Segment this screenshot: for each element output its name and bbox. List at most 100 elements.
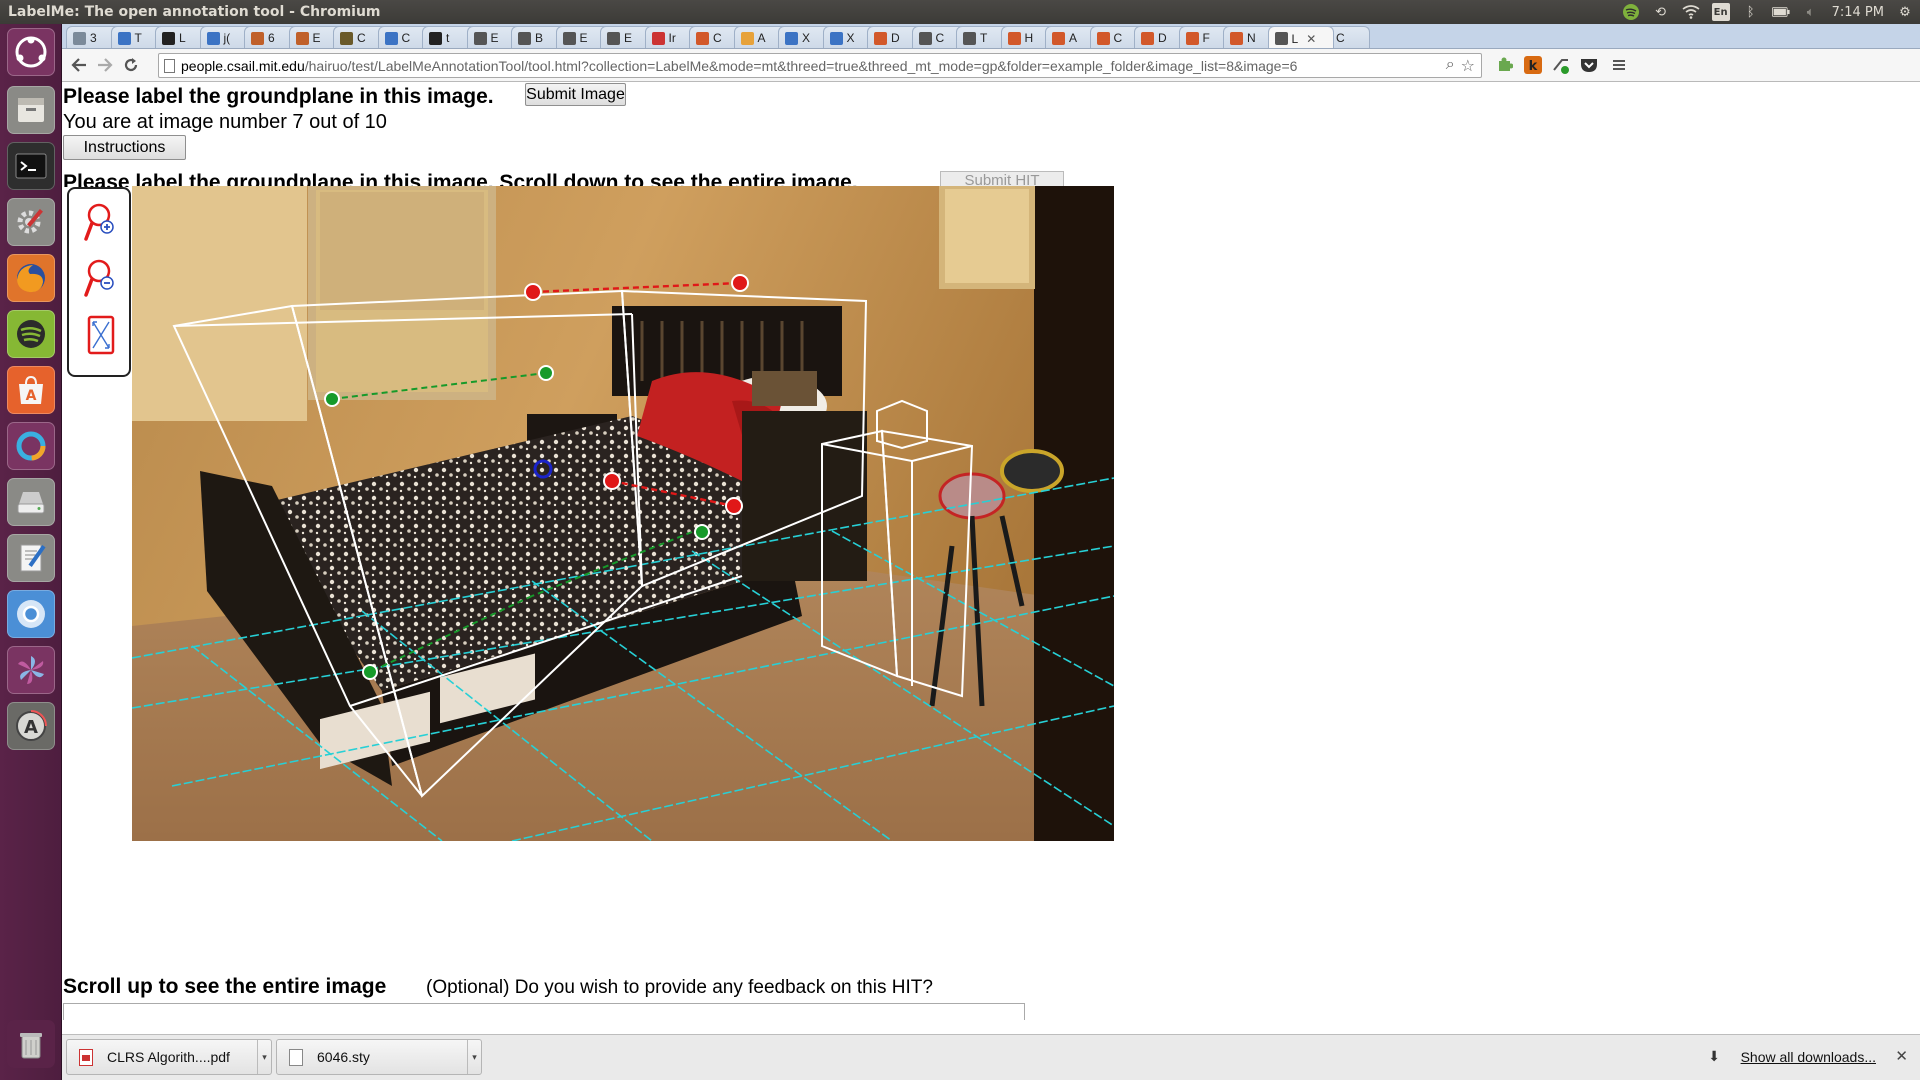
clock[interactable]: 7:14 PM (1832, 5, 1884, 20)
download-item-pdf[interactable]: CLRS Algorith....pdf ▾ (66, 1039, 272, 1075)
bookmark-star-icon[interactable]: ☆ (1461, 56, 1475, 76)
tab-label: 6 (268, 31, 275, 45)
tab-favicon-icon (829, 31, 843, 45)
tab-label: B (535, 31, 544, 45)
tab-favicon-icon (1096, 31, 1110, 45)
tab-label: C (401, 31, 411, 45)
text-editor-icon[interactable] (7, 534, 55, 582)
volume-icon[interactable]: 🔈︎ (1802, 3, 1820, 21)
submit-image-button[interactable]: Submit Image (525, 83, 626, 106)
handle-red (603, 472, 621, 490)
software-updater-icon[interactable]: A (7, 702, 55, 750)
download-menu-arrow[interactable]: ▾ (257, 1040, 271, 1074)
files-icon[interactable] (7, 86, 55, 134)
shotwell-icon[interactable] (7, 646, 55, 694)
firefox-icon[interactable] (7, 254, 55, 302)
tab-label: j( (223, 31, 231, 45)
battery-icon[interactable] (1771, 3, 1790, 21)
close-icon[interactable]: ✕ (1895, 1047, 1908, 1065)
browser-tab[interactable]: L ✕ (1267, 26, 1334, 48)
tab-favicon-icon (1052, 31, 1065, 45)
scene-image[interactable] (132, 186, 1114, 841)
ubuntu-dash-icon[interactable] (7, 28, 55, 76)
zoom-magnifier-icon[interactable]: ⌕ (1446, 56, 1455, 76)
download-filename: 6046.sty (317, 1049, 370, 1065)
chromium-icon[interactable] (7, 590, 55, 638)
feedback-textarea[interactable] (63, 1003, 1025, 1020)
address-bar[interactable]: people.csail.mit.edu/hairuo/test/LabelMe… (158, 53, 1482, 78)
download-menu-arrow[interactable]: ▾ (467, 1040, 481, 1074)
disk-icon[interactable] (7, 478, 55, 526)
k-extension-icon[interactable]: k (1522, 53, 1544, 77)
tab-label: E (624, 31, 633, 45)
tab-favicon-icon (295, 31, 309, 45)
tab-label: C (713, 31, 722, 45)
zoom-out-icon[interactable] (83, 257, 119, 301)
tab-favicon-icon (607, 31, 620, 45)
handle-red (731, 274, 749, 292)
url-path: /hairuo/test/LabelMeAnnotationTool/tool.… (304, 57, 1298, 74)
tab-label: D (891, 31, 900, 45)
download-filename: CLRS Algorith....pdf (107, 1049, 230, 1065)
settings-gear-icon[interactable]: ⚙ (1896, 3, 1914, 21)
annotation-canvas[interactable] (132, 186, 1114, 841)
tab-favicon-icon (740, 31, 754, 45)
submit-hit-button[interactable]: Submit HIT (940, 171, 1064, 187)
window-right (939, 186, 1035, 289)
chrome-menu-icon[interactable] (1608, 53, 1630, 77)
terminal-icon[interactable] (7, 142, 55, 190)
tab-label: X (846, 31, 855, 45)
feedback-question: (Optional) Do you wish to provide any fe… (426, 977, 933, 998)
download-item-sty[interactable]: 6046.sty ▾ (276, 1039, 482, 1075)
trash-icon[interactable] (7, 1020, 55, 1068)
tab-label: A (1069, 31, 1078, 45)
system-settings-icon[interactable] (7, 198, 55, 246)
tab-favicon-icon (429, 31, 442, 45)
bluetooth-icon[interactable]: ᛒ (1742, 3, 1760, 21)
tab-favicon-icon (340, 31, 353, 45)
software-center-icon[interactable]: A (7, 366, 55, 414)
text-file-icon (289, 1048, 303, 1066)
instructions-button[interactable]: Instructions (63, 135, 186, 160)
tab-label: C (1113, 31, 1123, 45)
wifi-icon[interactable] (1682, 3, 1700, 21)
tab-favicon-icon (963, 31, 976, 45)
sync-icon[interactable]: ⟲ (1652, 3, 1670, 21)
spotify-tray-icon[interactable] (1622, 3, 1640, 21)
handle-green (538, 365, 554, 381)
side-table (742, 411, 867, 581)
forward-button[interactable] (92, 52, 118, 78)
tab-label: L (179, 31, 186, 45)
page-icon (164, 59, 175, 73)
extension-puzzle-icon[interactable] (1494, 53, 1516, 77)
zoom-in-icon[interactable] (83, 201, 119, 245)
keyboard-icon[interactable]: En (1711, 3, 1730, 21)
ad-extension-icon[interactable] (1550, 53, 1572, 77)
tab-favicon-icon (73, 31, 86, 45)
tab-label: N (1247, 31, 1256, 45)
tab-label: t (446, 31, 450, 45)
browser-toolbar: people.csail.mit.edu/hairuo/test/LabelMe… (62, 49, 1920, 82)
unity-launcher: A A (0, 24, 62, 1080)
back-button[interactable] (66, 52, 92, 78)
tab-label: F (1202, 31, 1210, 45)
show-all-downloads-link[interactable]: Show all downloads... (1741, 1049, 1876, 1065)
tab-favicon-icon (785, 31, 798, 45)
fit-to-screen-icon[interactable] (83, 313, 119, 357)
unity-tweak-icon[interactable] (7, 422, 55, 470)
tab-close-icon[interactable]: ✕ (1306, 32, 1316, 46)
tab-favicon-icon (1274, 32, 1288, 45)
pdf-file-icon (79, 1048, 93, 1066)
tab-favicon-icon (1141, 31, 1154, 45)
zoom-toolbox (67, 187, 131, 377)
url-host: people.csail.mit.edu (181, 57, 305, 74)
svg-text:A: A (26, 388, 37, 404)
handle-red (725, 497, 743, 515)
window-title: LabelMe: The open annotation tool - Chro… (8, 4, 381, 20)
pocket-icon[interactable] (1578, 53, 1600, 77)
tab-favicon-icon (162, 31, 175, 45)
tab-label: C (357, 31, 366, 45)
handle-green (694, 524, 710, 540)
reload-button[interactable] (118, 52, 144, 78)
spotify-icon[interactable] (7, 310, 55, 358)
